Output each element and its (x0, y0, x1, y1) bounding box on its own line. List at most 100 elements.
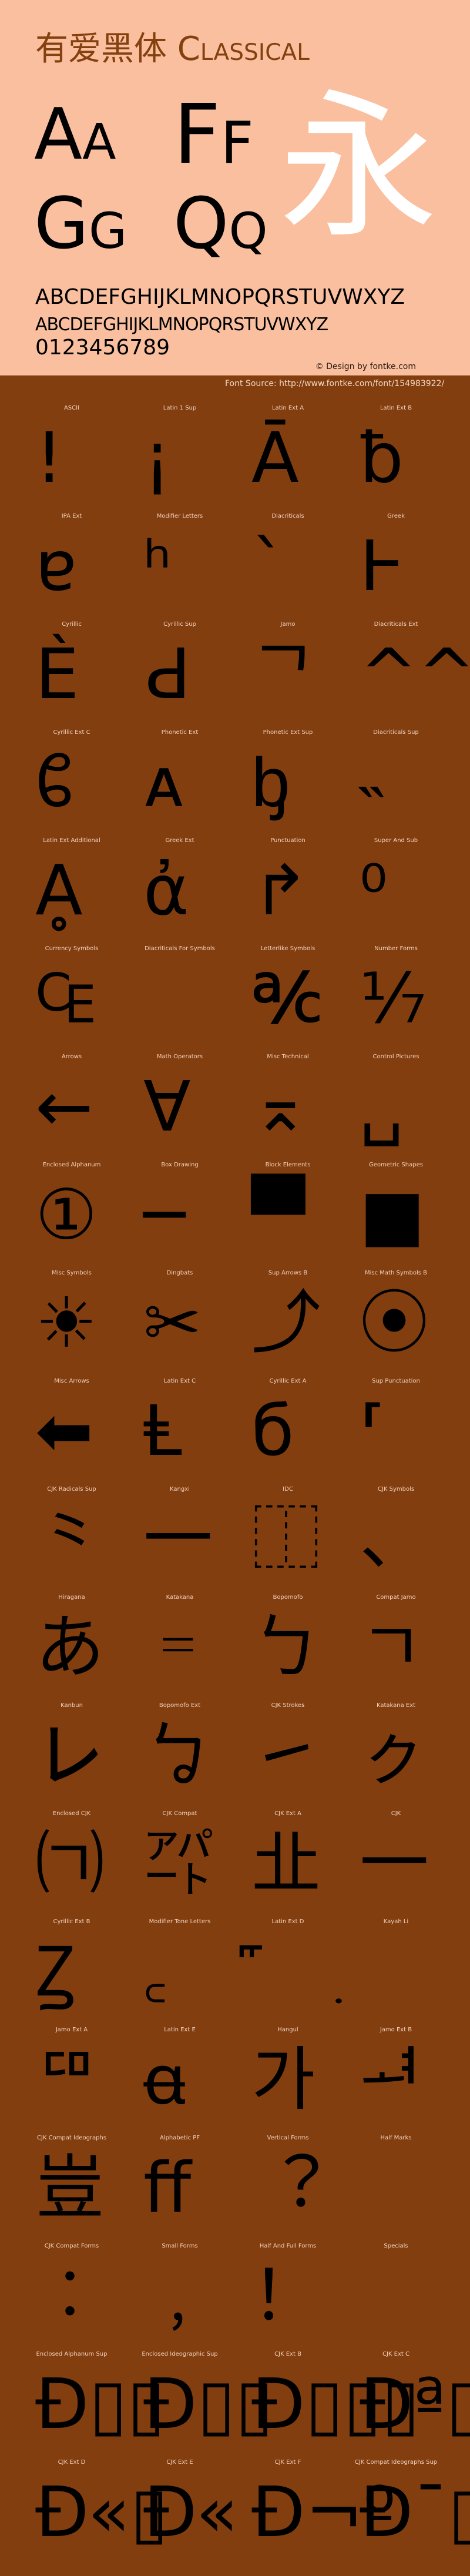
block-cell: Phonetic Ext Sup ᶀ (234, 729, 342, 837)
block-label: Cyrillic (62, 621, 82, 628)
block-label: CJK Ext C (382, 2351, 409, 2357)
block-glyph: ⁰ (360, 850, 388, 931)
block-label: Latin Ext A (271, 405, 304, 411)
block-cell: Diacriticals For Symbols (126, 945, 234, 1054)
block-glyph: ∀ (143, 1066, 191, 1147)
block-glyph: ɐ (35, 525, 77, 606)
block-label: Bopomofo (273, 1594, 303, 1601)
block-cell: Modifier Letters ʰ (126, 513, 234, 621)
block-label: Kayah Li (383, 1918, 409, 1925)
block-cell: Diacriticals Ext ^^ (342, 621, 470, 729)
block-glyph: 㐀 (251, 1823, 321, 1904)
block-label: Kangxi (170, 1486, 190, 1492)
block-label: Misc Arrows (54, 1378, 89, 1384)
block-cell: CJK Radicals Sup ⺀ (18, 1486, 126, 1594)
design-credit: © Design by fontke.com (315, 362, 416, 371)
block-cell: Half Marks (342, 2135, 450, 2243)
block-glyph: ⺀ (35, 1498, 105, 1579)
block-cell: Katakana ゠ (126, 1594, 234, 1702)
block-glyph: ﹐ (143, 2255, 213, 2336)
block-label: Diacriticals Sup (373, 729, 419, 736)
block-cell: Latin Ext C Ⱡ (126, 1378, 234, 1486)
block-label: Currency Symbols (45, 945, 99, 952)
block-label: Cyrillic Ext B (53, 1918, 90, 1925)
block-glyph: Ð¯▯ (360, 2471, 470, 2552)
block-cell: CJK Ext F Ð¬º (234, 2459, 396, 2567)
sample-pair-ff: Ff (173, 87, 254, 183)
block-cell: Greek Ext ἀ (126, 837, 234, 945)
block-cell: CJK Ext E Ð« (126, 2459, 239, 2567)
block-glyph: ᄀ (251, 633, 315, 715)
block-label: CJK Compat Ideographs Sup (354, 2459, 438, 2466)
block-label: Greek Ext (165, 837, 194, 844)
block-glyph: Ͱ (360, 525, 405, 606)
block-cell: Math Operators ∀ (126, 1054, 234, 1162)
block-glyph: Ð« (143, 2471, 239, 2552)
block-label: Enclosed Alphanum Sup (36, 2351, 108, 2357)
block-glyph: ☀ (35, 1282, 98, 1363)
block-cell: CJK Compat Ideographs Sup Ð¯▯ (342, 2459, 470, 2567)
block-label: Sup Arrows B (268, 1270, 308, 1276)
block-label: Modifier Tone Letters (149, 1918, 211, 1925)
block-cell: Small Forms ﹐ (126, 2243, 234, 2351)
block-cell: Cyrillic Ext A б (234, 1378, 342, 1486)
block-glyph: Ѐ (35, 633, 79, 715)
block-glyph: Ⱡ (143, 1390, 182, 1471)
block-cell: Kangxi ⼀ (126, 1486, 234, 1594)
block-glyph: ㇀ (251, 1715, 321, 1796)
block-cell: Punctuation ↱ (234, 837, 342, 945)
block-cell: Control Pictures ␣ (342, 1054, 450, 1162)
sample-pair-aa: Aa (34, 94, 116, 176)
block-glyph: Ā (251, 417, 299, 498)
block-glyph: ƀ (360, 417, 404, 498)
block-glyph: ⸢ (360, 1390, 387, 1471)
block-cell: Phonetic Ext ᴀ (126, 729, 234, 837)
block-cell: Cyrillic Sup Ԁ (126, 621, 234, 729)
block-label: Compat Jamo (376, 1594, 416, 1601)
block-glyph: ─ (143, 1174, 186, 1255)
block-cell: Dingbats ✂ (126, 1270, 234, 1378)
block-cell: Enclosed Alphanum Sup Ð▯▯ (18, 2351, 165, 2459)
hero-glyph: 永 (279, 75, 438, 260)
uppercase-sample: ABCDEFGHIJKLMNOPQRSTUVWXYZ (35, 285, 405, 309)
block-label: CJK Ext D (58, 2459, 86, 2466)
sample-pair-qq: Qq (173, 183, 268, 265)
block-glyph: ■ (360, 1174, 425, 1255)
block-cell: Super And Sub ⁰ (342, 837, 450, 945)
block-label: Block Elements (265, 1162, 311, 1168)
block-label: Katakana (166, 1594, 194, 1601)
block-cell: Enclosed Ideographic Sup Ð▯▯ (126, 2351, 273, 2459)
block-glyph: б (251, 1390, 294, 1471)
sample-pair-gg: Gg (34, 183, 127, 265)
block-label: Specials (384, 2243, 408, 2249)
block-cell: Enclosed Alphanum ① (18, 1162, 126, 1270)
block-glyph: ` (251, 525, 286, 606)
block-cell: CJK Compat ㌀ (126, 1810, 234, 1918)
block-cell: Hangul 가 (234, 2027, 342, 2135)
block-label: Geometric Shapes (369, 1162, 423, 1168)
block-label: Jamo Ext B (380, 2027, 412, 2033)
block-glyph: Ðª▯ (360, 2363, 470, 2444)
font-source-link[interactable]: Font Source: http://www.fontke.com/font/… (225, 379, 444, 388)
block-label: Half Marks (380, 2135, 412, 2141)
block-label: Cyrillic Ext C (53, 729, 90, 736)
block-label: Modifier Letters (156, 513, 203, 519)
block-glyph: ⤴ (251, 1282, 321, 1363)
block-label: Small Forms (162, 2243, 198, 2249)
block-glyph: ① (35, 1174, 98, 1255)
block-label: Letterlike Symbols (260, 945, 315, 952)
block-label: Latin Ext C (163, 1378, 196, 1384)
block-glyph: ▀ (251, 1174, 305, 1255)
block-cell: Cyrillic Ext B Ꙁ (18, 1918, 126, 2027)
block-label: Greek (387, 513, 405, 519)
block-label: Hiragana (58, 1594, 85, 1601)
block-cell: Diacriticals ` (234, 513, 342, 621)
block-glyph: 가 (251, 2039, 315, 2120)
block-cell: CJK Ext C Ðª▯ (342, 2351, 470, 2459)
block-cell: Greek Ͱ (342, 513, 450, 621)
block-glyph: ⼀ (143, 1498, 213, 1579)
block-glyph: ﬀ (143, 2147, 192, 2228)
block-glyph: ! (35, 417, 63, 498)
block-glyph: ㈀ (35, 1823, 105, 1904)
block-glyph: ㆠ (143, 1715, 213, 1796)
